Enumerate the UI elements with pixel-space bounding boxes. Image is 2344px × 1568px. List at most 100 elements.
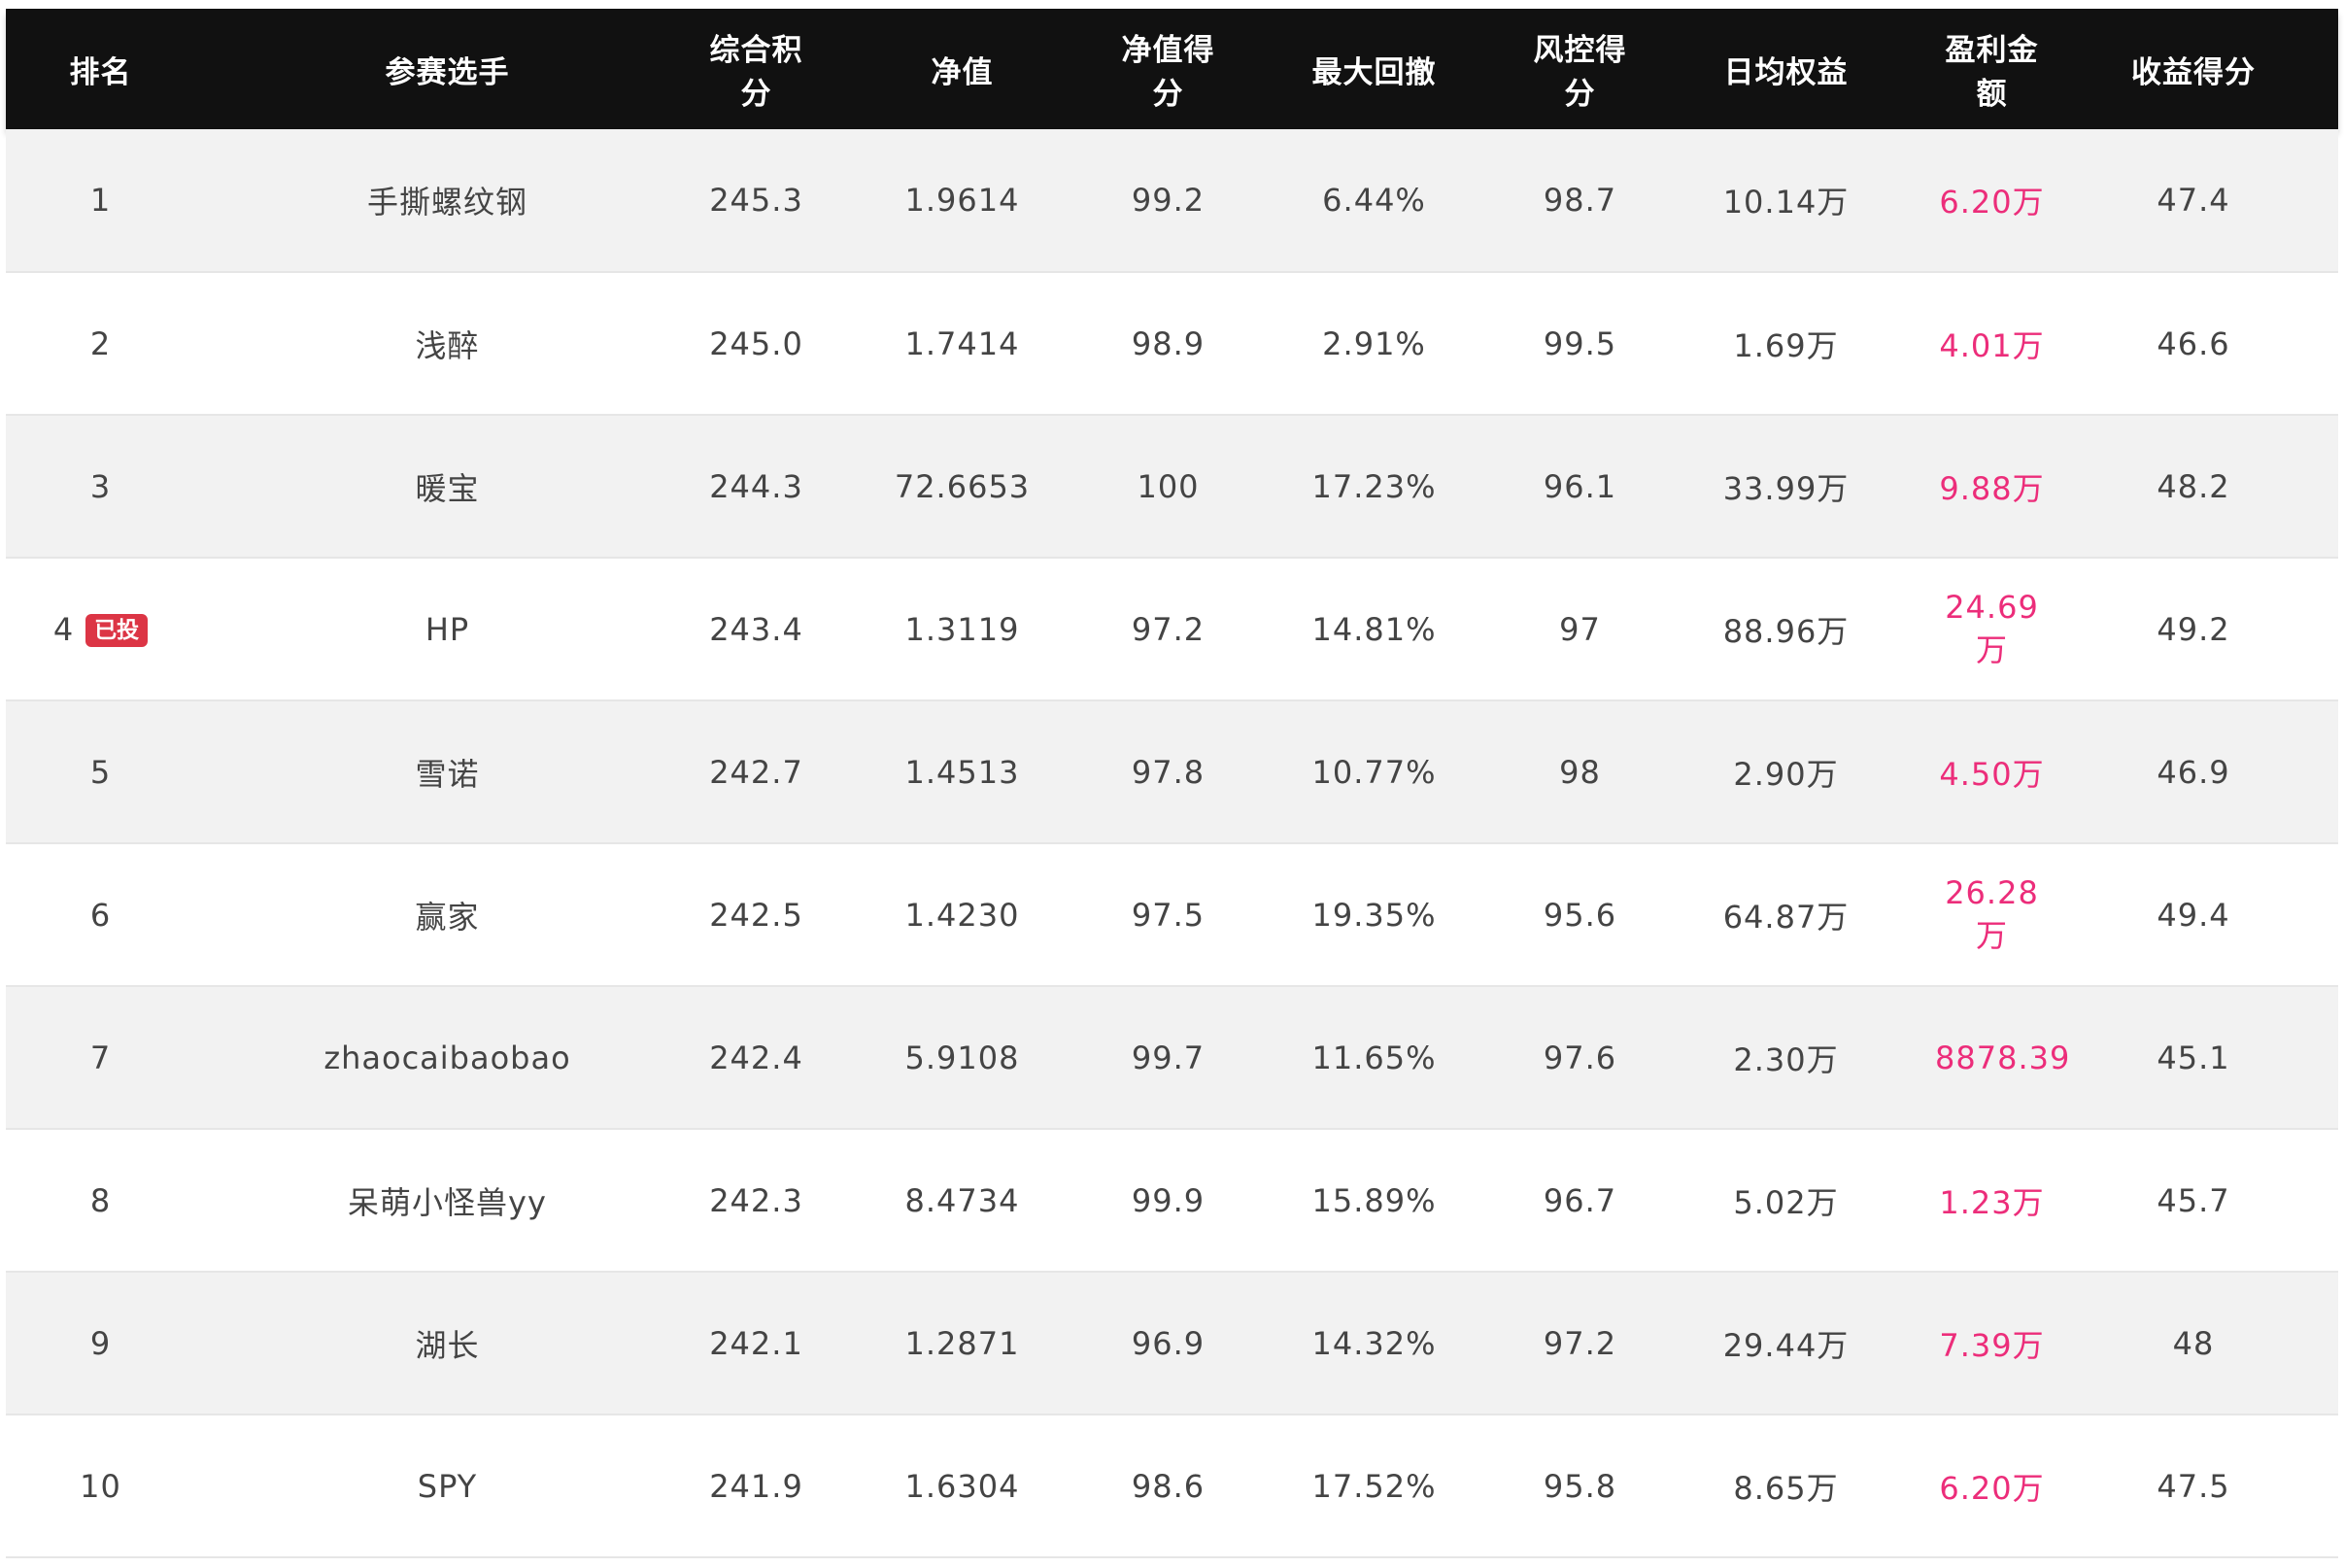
rank-number: 10 [80, 1467, 121, 1505]
cell-player: 浅醉 [195, 272, 699, 416]
cell-return-score: 46.6 [2049, 272, 2338, 416]
cell-max-drawdown: 6.44% [1225, 129, 1523, 273]
rank-number: 8 [89, 1181, 112, 1219]
cell-max-drawdown: 15.89% [1225, 1129, 1523, 1273]
cell-risk-score: 99.5 [1523, 272, 1637, 416]
cell-nav: 1.6304 [813, 1415, 1111, 1558]
cell-total-score: 242.3 [699, 1129, 813, 1273]
cell-profit: 1.23万 [1935, 1129, 2049, 1273]
cell-profit: 9.88万 [1935, 415, 2049, 559]
cell-player: 呆萌小怪兽yy [195, 1129, 699, 1273]
cell-nav: 1.4513 [813, 700, 1111, 844]
cell-rank: 4 已投 [6, 558, 195, 701]
cell-nav: 1.7414 [813, 272, 1111, 416]
cell-profit: 26.28万 [1935, 843, 2049, 987]
cell-total-score: 242.1 [699, 1272, 813, 1415]
cell-max-drawdown: 10.77% [1225, 700, 1523, 844]
table-header-row: 排名 参赛选手 综合积分 净值 净值得分 最大回撤 风控得分 日均权益 盈利金额… [6, 9, 2338, 129]
cell-risk-score: 96.7 [1523, 1129, 1637, 1273]
cell-avg-equity: 1.69万 [1637, 272, 1935, 416]
cell-max-drawdown: 19.35% [1225, 843, 1523, 987]
cell-max-drawdown: 17.52% [1225, 1415, 1523, 1558]
cell-nav-score: 96.9 [1111, 1272, 1225, 1415]
cell-nav: 72.6653 [813, 415, 1111, 559]
cell-player: zhaocaibaobao [195, 986, 699, 1130]
cell-nav-score: 97.5 [1111, 843, 1225, 987]
cell-nav-score: 97.2 [1111, 558, 1225, 701]
cell-avg-equity: 33.99万 [1637, 415, 1935, 559]
header-risk-score: 风控得分 [1533, 33, 1627, 112]
cell-rank: 1 [6, 129, 195, 273]
cell-total-score: 243.4 [699, 558, 813, 701]
header-nav: 净值 [931, 54, 994, 90]
cell-avg-equity: 29.44万 [1637, 1272, 1935, 1415]
cell-risk-score: 95.6 [1523, 843, 1637, 987]
cell-return-score: 49.2 [2049, 558, 2338, 701]
cell-return-score: 46.9 [2049, 700, 2338, 844]
cell-player: 湖长 [195, 1272, 699, 1415]
cell-max-drawdown: 2.91% [1225, 272, 1523, 416]
header-total-score: 综合积分 [709, 33, 803, 112]
cell-risk-score: 95.8 [1523, 1415, 1637, 1558]
cell-total-score: 242.4 [699, 986, 813, 1130]
header-return-score: 收益得分 [2131, 54, 2256, 90]
rank-number: 5 [89, 753, 112, 791]
leaderboard: 排名 参赛选手 综合积分 净值 净值得分 最大回撤 风控得分 日均权益 盈利金额… [6, 9, 2338, 1558]
cell-rank: 10 [6, 1415, 195, 1558]
cell-profit: 6.20万 [1935, 1415, 2049, 1558]
cell-profit: 4.01万 [1935, 272, 2049, 416]
rank-number: 7 [89, 1039, 112, 1076]
table-row: 7 zhaocaibaobao 242.4 5.9108 99.7 11.65% 97.6 2… [6, 986, 2338, 1130]
table-row: 10 SPY 241.9 1.6304 98.6 17.52% 95.8 8.65万 6.20万… [6, 1415, 2338, 1558]
cell-player: SPY [195, 1415, 699, 1558]
cell-total-score: 245.0 [699, 272, 813, 416]
cell-return-score: 45.7 [2049, 1129, 2338, 1273]
cell-profit: 7.39万 [1935, 1272, 2049, 1415]
cell-avg-equity: 64.87万 [1637, 843, 1935, 987]
rank-number: 2 [89, 324, 112, 362]
cell-max-drawdown: 11.65% [1225, 986, 1523, 1130]
table-row: 9 湖长 242.1 1.2871 96.9 14.32% 97.2 29.44万 7.39万 4… [6, 1272, 2338, 1415]
rank-number: 6 [89, 896, 112, 934]
cell-profit: 6.20万 [1935, 129, 2049, 273]
cell-avg-equity: 2.90万 [1637, 700, 1935, 844]
cell-max-drawdown: 17.23% [1225, 415, 1523, 559]
table-row: 6 赢家 242.5 1.4230 97.5 19.35% 95.6 64.87万 26.28万… [6, 843, 2338, 987]
header-player: 参赛选手 [385, 54, 510, 90]
cell-max-drawdown: 14.32% [1225, 1272, 1523, 1415]
table-row: 1 手撕螺纹钢 245.3 1.9614 99.2 6.44% 98.7 10.14万 6.20… [6, 129, 2338, 273]
cell-nav-score: 99.2 [1111, 129, 1225, 273]
cell-player: 暖宝 [195, 415, 699, 559]
cell-return-score: 45.1 [2049, 986, 2338, 1130]
cell-total-score: 245.3 [699, 129, 813, 273]
cell-nav: 1.2871 [813, 1272, 1111, 1415]
cell-avg-equity: 88.96万 [1637, 558, 1935, 701]
table-row: 8 呆萌小怪兽yy 242.3 8.4734 99.9 15.89% 96.7 5.02万 1.… [6, 1129, 2338, 1273]
table-row: 3 暖宝 244.3 72.6653 100 17.23% 96.1 33.99万 9.88万 4… [6, 415, 2338, 559]
cell-total-score: 242.5 [699, 843, 813, 987]
cell-rank: 9 [6, 1272, 195, 1415]
cell-rank: 8 [6, 1129, 195, 1273]
rank-number: 1 [89, 182, 112, 219]
rank-number: 9 [89, 1324, 112, 1362]
cell-return-score: 48 [2049, 1272, 2338, 1415]
cell-risk-score: 96.1 [1523, 415, 1637, 559]
cell-player: 雪诺 [195, 700, 699, 844]
cell-profit: 4.50万 [1935, 700, 2049, 844]
header-profit: 盈利金额 [1945, 33, 2039, 112]
table-row: 2 浅醉 245.0 1.7414 98.9 2.91% 99.5 1.69万 4.01万 46.… [6, 272, 2338, 416]
cell-total-score: 244.3 [699, 415, 813, 559]
cell-player: 手撕螺纹钢 [195, 129, 699, 273]
header-rank: 排名 [69, 54, 132, 90]
cell-rank: 6 [6, 843, 195, 987]
cell-player: HP [195, 558, 699, 701]
cell-max-drawdown: 14.81% [1225, 558, 1523, 701]
cell-return-score: 48.2 [2049, 415, 2338, 559]
header-nav-score: 净值得分 [1121, 33, 1215, 112]
cell-nav: 5.9108 [813, 986, 1111, 1130]
cell-risk-score: 97 [1523, 558, 1637, 701]
cell-risk-score: 97.2 [1523, 1272, 1637, 1415]
cell-nav: 1.3119 [813, 558, 1111, 701]
cell-nav-score: 97.8 [1111, 700, 1225, 844]
cell-avg-equity: 2.30万 [1637, 986, 1935, 1130]
